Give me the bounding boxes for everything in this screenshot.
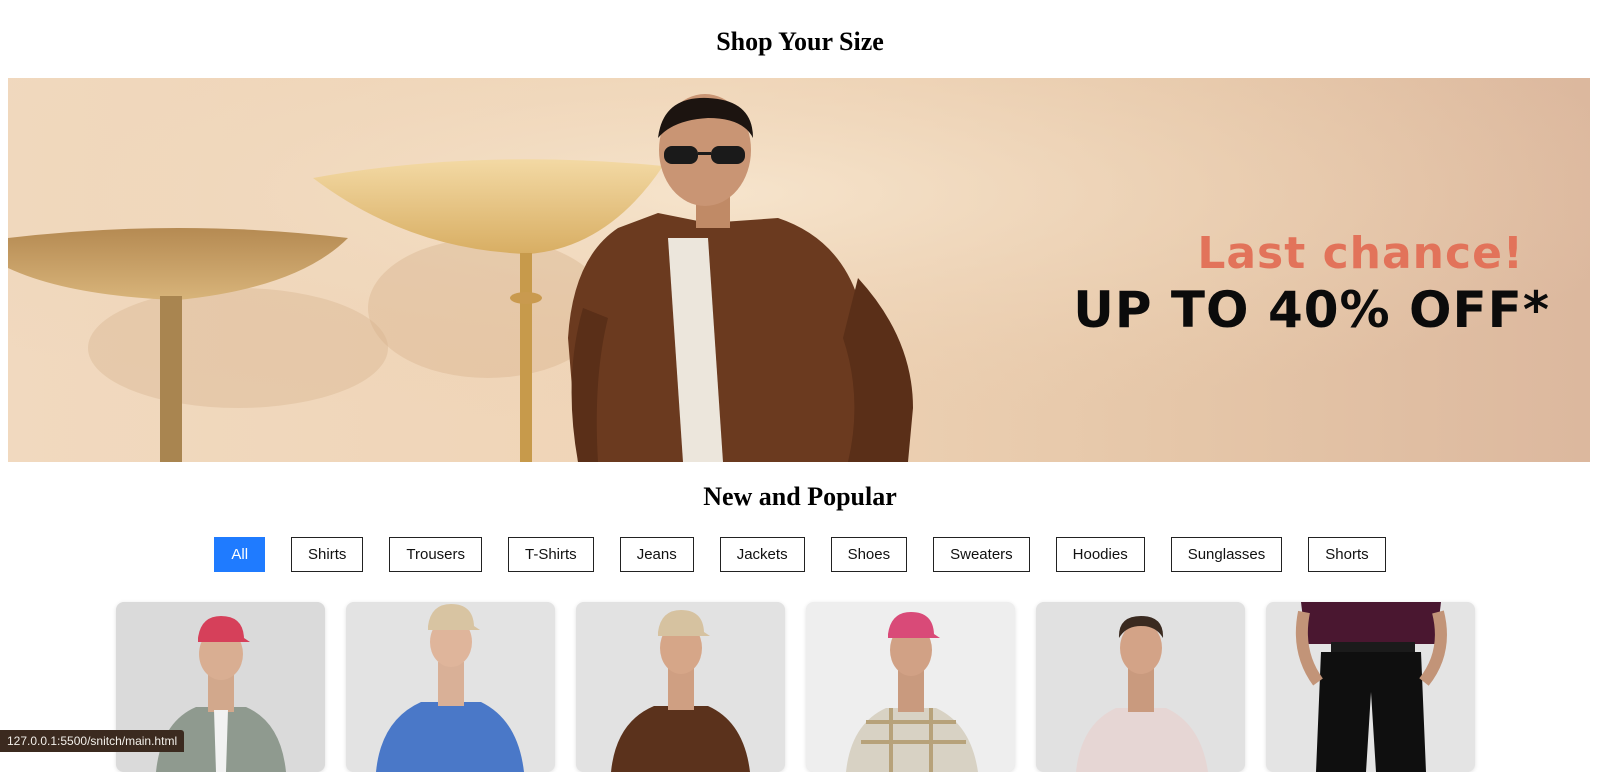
filter-shoes-button[interactable]: Shoes <box>830 537 908 572</box>
promo-text: Last chance! UP TO 40% OFF* <box>1073 228 1550 339</box>
filter-jeans-button[interactable]: Jeans <box>619 537 694 572</box>
product-card[interactable] <box>346 602 555 772</box>
product-card[interactable] <box>576 602 785 772</box>
browser-status-bar: 127.0.0.1:5500/snitch/main.html <box>0 730 185 752</box>
product-card[interactable] <box>806 602 1015 772</box>
product-image <box>806 602 1015 772</box>
filter-shorts-button[interactable]: Shorts <box>1308 537 1386 572</box>
product-image <box>1036 602 1245 772</box>
shop-your-size-title: Shop Your Size <box>716 27 884 56</box>
filter-jackets-button[interactable]: Jackets <box>719 537 805 572</box>
product-image <box>1266 602 1475 772</box>
category-filters: All Shirts Trousers T-Shirts Jeans Jacke… <box>0 537 1600 572</box>
product-card[interactable] <box>1266 602 1475 772</box>
product-image <box>346 602 555 772</box>
filter-hoodies-button[interactable]: Hoodies <box>1055 537 1145 572</box>
filter-sweaters-button[interactable]: Sweaters <box>933 537 1030 572</box>
product-image <box>576 602 785 772</box>
filter-sunglasses-button[interactable]: Sunglasses <box>1170 537 1283 572</box>
promo-banner[interactable]: Last chance! UP TO 40% OFF* <box>8 78 1590 462</box>
promo-headline: Last chance! <box>1197 228 1524 279</box>
product-card[interactable] <box>1036 602 1245 772</box>
filter-tshirts-button[interactable]: T-Shirts <box>508 537 594 572</box>
filter-trousers-button[interactable]: Trousers <box>389 537 482 572</box>
filter-all-button[interactable]: All <box>214 537 266 572</box>
filter-shirts-button[interactable]: Shirts <box>291 537 364 572</box>
promo-discount: UP TO 40% OFF* <box>1073 281 1550 339</box>
product-grid <box>116 602 1484 772</box>
new-and-popular-title: New and Popular <box>703 482 897 511</box>
